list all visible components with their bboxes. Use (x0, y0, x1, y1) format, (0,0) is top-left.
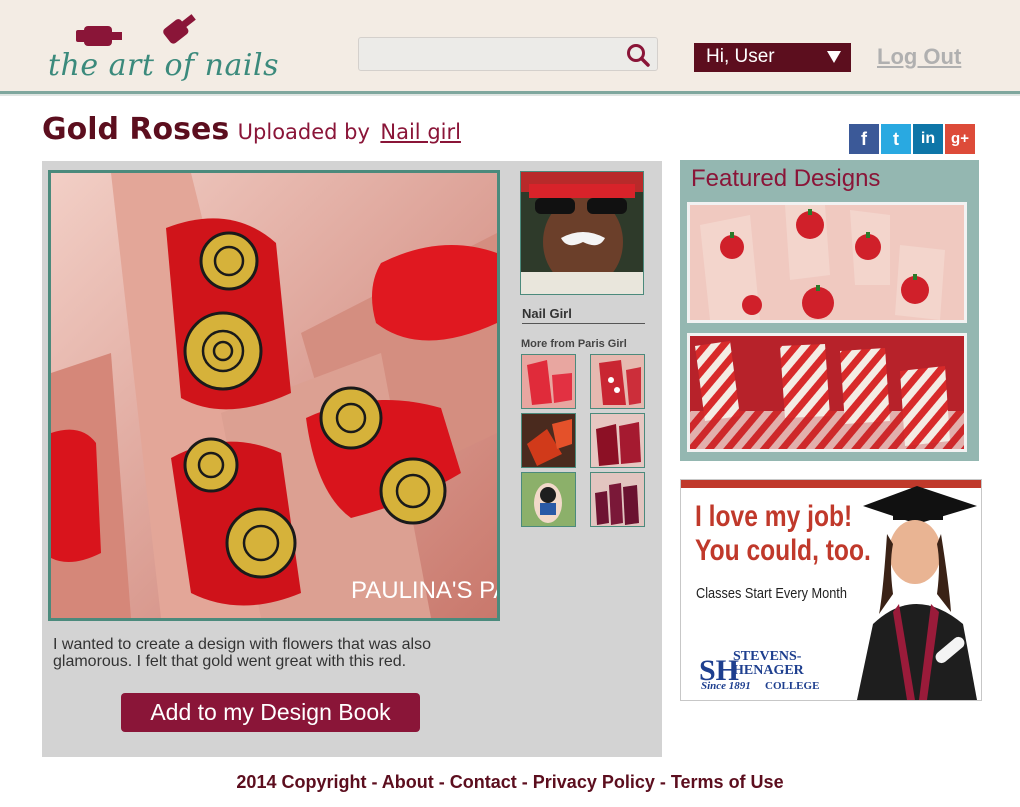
facebook-icon[interactable]: f (849, 124, 879, 154)
featured-design-candy-cane[interactable] (687, 333, 967, 452)
design-photo[interactable]: PAULINA'S PAS (48, 170, 500, 621)
more-design-thumb[interactable] (590, 472, 645, 527)
photo-watermark: PAULINA'S PAS (351, 577, 497, 604)
uploaded-by-label: Uploaded by (237, 120, 370, 144)
footer-separator: - (366, 772, 382, 792)
more-design-thumb[interactable] (521, 472, 576, 527)
college-name-line-2: HENAGER (733, 663, 804, 678)
more-from-label: More from Paris Girl (521, 338, 627, 350)
linkedin-icon[interactable]: in (913, 124, 943, 154)
design-description: I wanted to create a design with flowers… (53, 636, 431, 670)
user-menu-label: Hi, User (706, 46, 775, 67)
graduate-photo (857, 486, 977, 700)
footer-privacy-link[interactable]: Privacy Policy (533, 772, 655, 792)
site-footer: 2014 Copyright - About - Contact - Priva… (0, 772, 1020, 793)
ad-subline: Classes Start Every Month (696, 585, 847, 602)
college-name-line-1: STEVENS- (733, 649, 802, 664)
search-icon[interactable] (625, 42, 651, 68)
twitter-icon[interactable]: t (881, 124, 911, 154)
nail-polish-bottles-icon (76, 14, 196, 46)
logout-link[interactable]: Log Out (877, 44, 961, 70)
dropdown-arrow-icon (827, 51, 841, 63)
uploader-name[interactable]: Nail Girl (522, 306, 645, 324)
featured-design-apples[interactable] (687, 202, 967, 323)
design-title: Gold Roses (42, 112, 230, 147)
social-share-bar: f t in g+ (849, 124, 975, 154)
search-box[interactable] (358, 37, 658, 71)
more-design-thumb[interactable] (521, 354, 576, 409)
more-design-thumb[interactable] (590, 413, 645, 468)
nail-art-image: PAULINA'S PAS (51, 173, 497, 618)
footer-separator: - (433, 772, 450, 792)
ad-headline-line-2: You could, too. (695, 534, 871, 567)
logo-text: the art of nails (48, 48, 279, 83)
user-menu-dropdown[interactable]: Hi, User (694, 43, 851, 72)
footer-terms-link[interactable]: Terms of Use (671, 772, 784, 792)
add-to-design-book-button[interactable]: Add to my Design Book (121, 693, 420, 732)
design-title-row: Gold Roses Uploaded by Nail girl (42, 112, 461, 147)
footer-about-link[interactable]: About (382, 772, 434, 792)
footer-contact-link[interactable]: Contact (450, 772, 517, 792)
advertisement-banner[interactable]: I love my job! You could, too. Classes S… (680, 479, 982, 701)
ad-headline: I love my job! You could, too. (695, 500, 871, 568)
college-since: Since 1891 (701, 680, 751, 692)
more-design-thumb[interactable] (521, 413, 576, 468)
footer-copyright: 2014 Copyright (236, 772, 367, 792)
search-input[interactable] (367, 38, 621, 70)
footer-separator: - (516, 772, 533, 792)
college-word: COLLEGE (765, 680, 820, 692)
site-logo[interactable]: the art of nails (46, 8, 278, 84)
uploader-link[interactable]: Nail girl (380, 120, 461, 144)
footer-separator: - (654, 772, 671, 792)
uploader-avatar[interactable] (520, 171, 644, 295)
featured-designs-title: Featured Designs (691, 165, 881, 192)
google-plus-icon[interactable]: g+ (945, 124, 975, 154)
college-logo: SH STEVENS- HENAGER Since 1891 COLLEGE (699, 649, 820, 693)
more-design-thumb[interactable] (590, 354, 645, 409)
header-divider (0, 91, 1020, 94)
ad-headline-line-1: I love my job! (695, 500, 853, 533)
